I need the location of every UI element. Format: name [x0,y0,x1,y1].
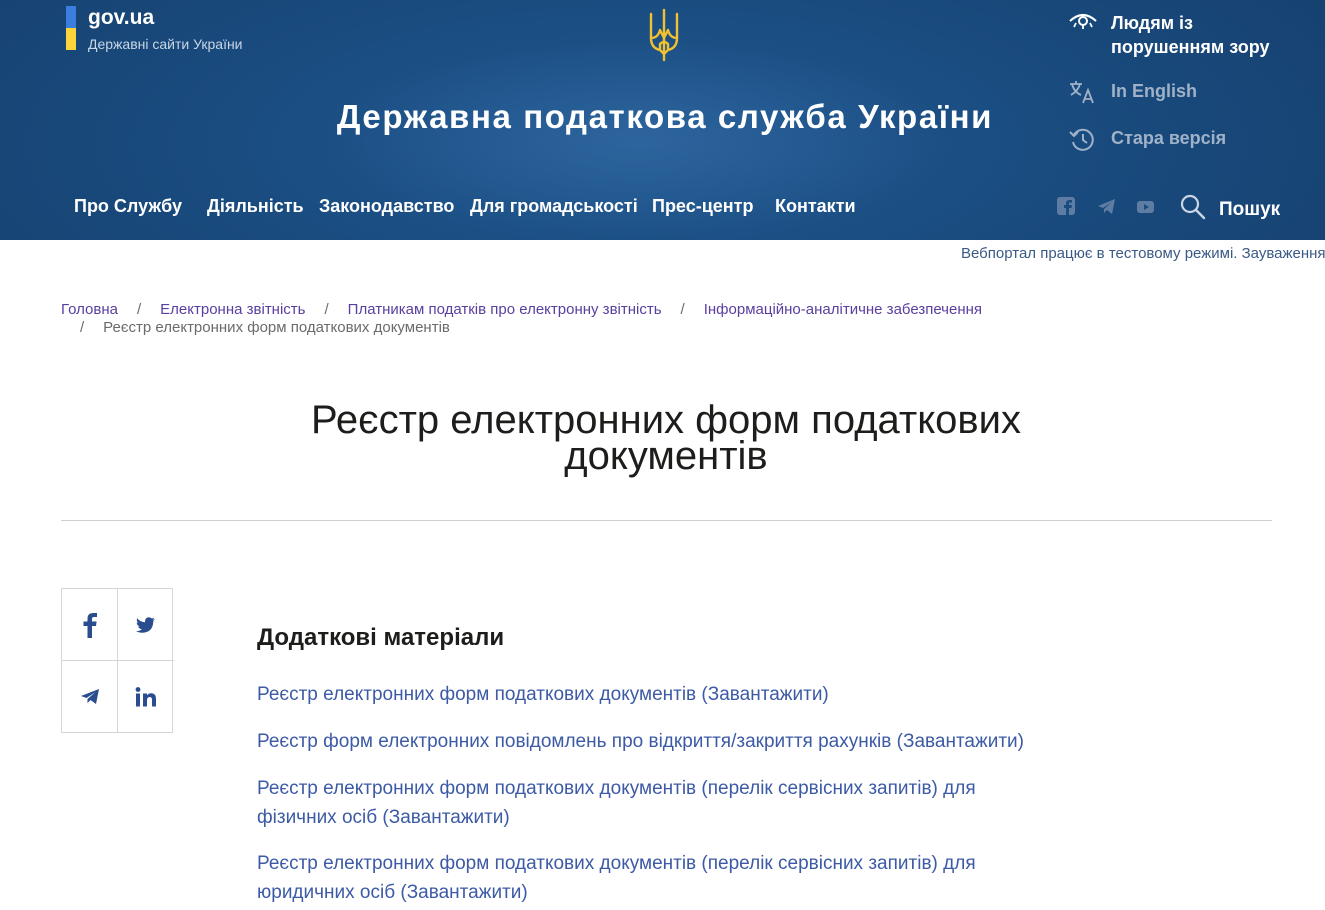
govua-name: gov.ua [88,6,155,29]
youtube-icon[interactable] [1135,196,1157,218]
nav-item-about[interactable]: Про Службу [74,196,182,217]
facebook-icon [83,612,97,638]
breadcrumb-separator: / [80,319,85,336]
page-title: Реєстр електронних форм податкових докум… [261,400,1071,476]
notice-ticker: Вебпортал працює в тестовому режимі. Зау… [0,240,1325,270]
materials-title: Додаткові матеріали [257,624,505,651]
share-linkedin-button[interactable] [118,661,174,733]
search-label: Пошук [1219,199,1281,220]
share-panel [61,588,174,733]
title-divider [61,520,1272,521]
material-link[interactable]: Реєстр електронних форм податкових докум… [257,849,1057,907]
ukraine-flag-icon [66,6,76,50]
nav-item-public[interactable]: Для громадськості [470,196,638,217]
material-link[interactable]: Реєстр електронних форм податкових докум… [257,680,1057,709]
translate-icon [1070,81,1094,104]
site-header: gov.ua Державні сайти України Державна п… [0,0,1325,240]
nav-item-activity[interactable]: Діяльність [207,196,304,217]
breadcrumb-separator: / [324,301,329,318]
english-label: In English [1111,81,1198,101]
material-link[interactable]: Реєстр форм електронних повідомлень про … [257,727,1057,756]
nav-item-legislation[interactable]: Законодавство [319,196,454,217]
eye-icon [1069,13,1097,29]
telegram-icon [80,689,99,704]
breadcrumb-separator: / [680,301,685,318]
accessibility-label: Людям із порушенням зору [1111,13,1270,57]
nav-item-contacts[interactable]: Контакти [775,196,856,217]
linkedin-icon [135,687,156,707]
search-icon [1180,194,1206,220]
old-version-label: Стара версія [1111,128,1227,148]
notice-text: Вебпортал працює в тестовому режимі. Зау… [961,245,1325,262]
breadcrumb-info-support[interactable]: Інформаційно-аналітичне забезпечення [704,301,982,318]
trident-logo-icon[interactable] [646,8,682,62]
page-title-line-2: документів [564,434,768,478]
breadcrumb-taxpayers[interactable]: Платникам податків про електронну звітні… [348,301,662,318]
breadcrumb-current: Реєстр електронних форм податкових докум… [103,319,450,336]
history-icon [1069,128,1094,151]
govua-subtitle: Державні сайти України [88,36,243,52]
search-button[interactable]: Пошук [1180,194,1290,224]
breadcrumb-home[interactable]: Головна [61,301,118,318]
telegram-icon[interactable] [1096,196,1118,218]
material-link[interactable]: Реєстр електронних форм податкових докум… [257,774,1057,832]
share-facebook-button[interactable] [62,589,118,661]
breadcrumb-separator: / [137,301,142,318]
nav-item-press[interactable]: Прес-центр [652,196,753,217]
breadcrumb-e-reporting[interactable]: Електронна звітність [160,301,305,318]
share-telegram-button[interactable] [62,661,118,733]
twitter-icon [136,616,155,633]
facebook-icon[interactable] [1056,196,1078,218]
share-twitter-button[interactable] [118,589,174,661]
